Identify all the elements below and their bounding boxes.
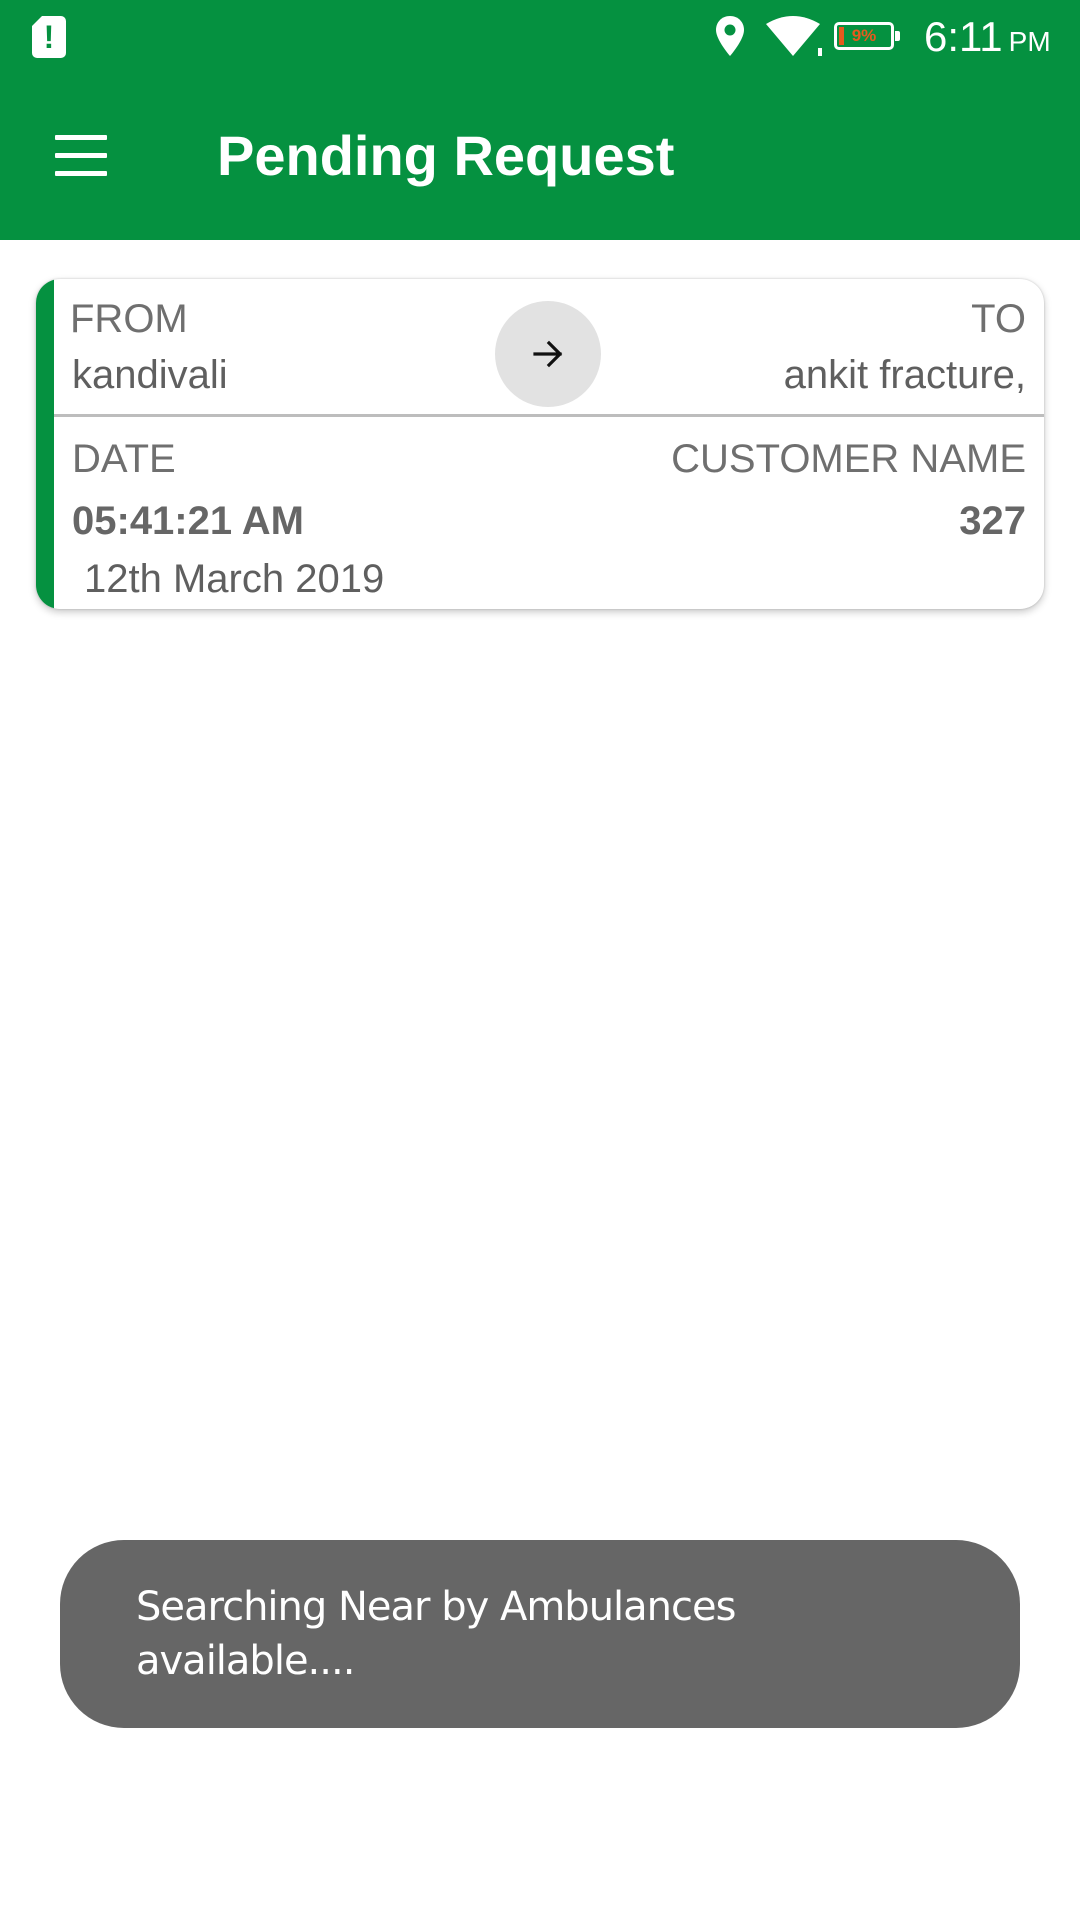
to-value: ankit fracture,	[783, 353, 1026, 397]
wifi-icon	[766, 16, 822, 56]
clock: 6:11 PM	[924, 12, 1051, 67]
location-icon	[716, 16, 744, 56]
arrow-button[interactable]	[495, 301, 601, 407]
to-label: TO	[971, 297, 1026, 341]
alert-icon: !	[32, 16, 66, 58]
time-value: 05:41:21 AM	[72, 499, 304, 543]
battery-icon: 9%	[834, 22, 900, 50]
hamburger-menu-icon[interactable]	[50, 135, 110, 179]
date-value: 12th March 2019	[84, 557, 385, 601]
card-divider	[54, 414, 1044, 417]
from-value: kandivali	[72, 353, 228, 397]
app-bar: Pending Request	[0, 75, 1080, 240]
pending-request-card[interactable]: FROM kandivali TO ankit fracture, DATE 0…	[36, 279, 1044, 609]
from-label: FROM	[70, 297, 188, 341]
clock-ampm: PM	[1008, 26, 1051, 57]
date-label: DATE	[72, 437, 176, 481]
toast-message: Searching Near by Ambulances available..…	[60, 1540, 1020, 1728]
arrow-right-icon	[533, 340, 563, 368]
battery-percent: 9%	[851, 26, 877, 45]
customer-name-label: CUSTOMER NAME	[671, 437, 1026, 481]
customer-name-value: 327	[959, 499, 1026, 543]
clock-time: 6:11	[924, 13, 1003, 60]
card-accent-bar	[36, 279, 54, 609]
toast-text: Searching Near by Ambulances available..…	[136, 1584, 736, 1684]
page-title: Pending Request	[217, 124, 675, 187]
status-bar: ! 9% 6:11 PM	[0, 0, 1080, 75]
